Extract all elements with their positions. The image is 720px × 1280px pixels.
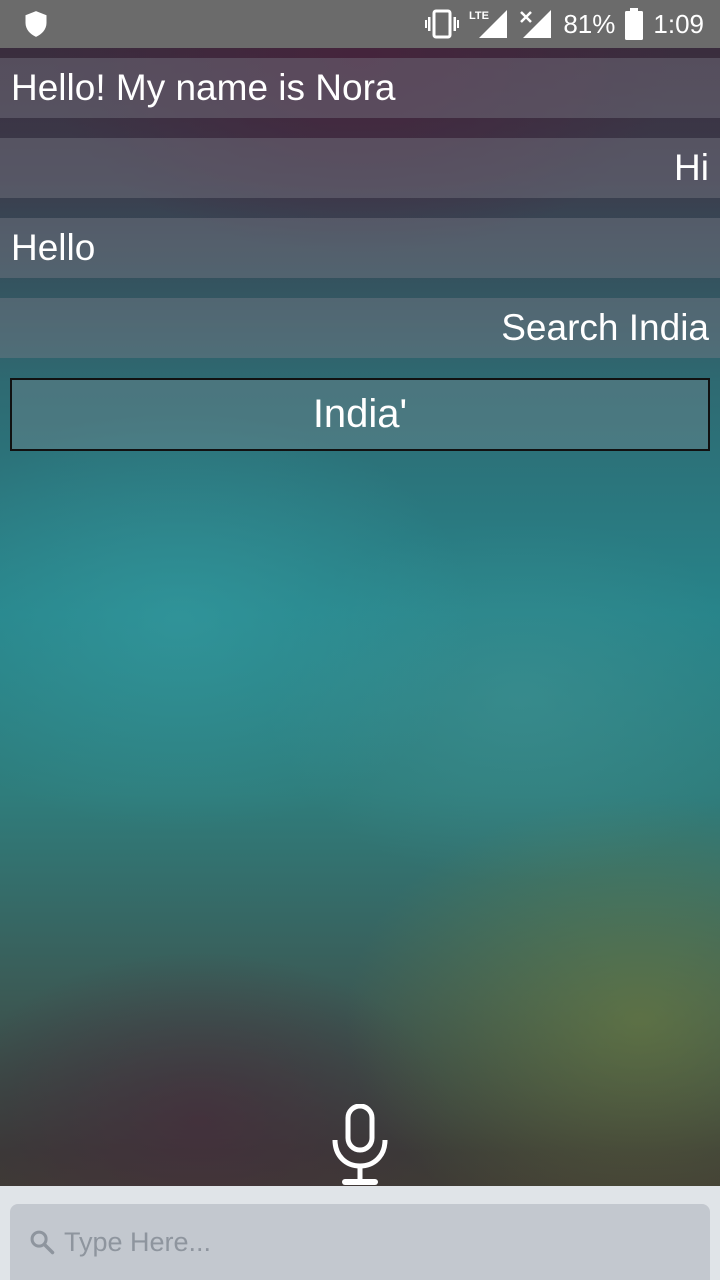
user-message: Hi bbox=[0, 138, 720, 198]
bot-message: Hello bbox=[0, 218, 720, 278]
bot-message: Hello! My name is Nora bbox=[0, 58, 720, 118]
vibrate-icon bbox=[425, 9, 460, 39]
input-area bbox=[0, 1186, 720, 1280]
chat-list: Hello! My name is Nora Hi Hello Search I… bbox=[0, 58, 720, 378]
status-bar: LTE 81% 1:09 bbox=[0, 0, 720, 48]
status-icons: LTE 81% 1:09 bbox=[425, 0, 704, 48]
clock: 1:09 bbox=[653, 9, 704, 39]
search-result-text: India' bbox=[312, 392, 408, 436]
battery-percent: 81% bbox=[563, 9, 616, 39]
shield-icon bbox=[22, 10, 50, 38]
search-result-card[interactable]: India' bbox=[10, 378, 710, 451]
no-signal-icon bbox=[519, 8, 553, 40]
microphone-icon[interactable] bbox=[330, 1103, 390, 1186]
message-input-box[interactable] bbox=[10, 1204, 710, 1280]
lte-label: LTE bbox=[469, 10, 489, 22]
battery-icon bbox=[625, 8, 644, 40]
search-icon bbox=[28, 1228, 56, 1256]
user-message: Search India bbox=[0, 298, 720, 358]
lte-signal-icon: LTE bbox=[469, 8, 509, 40]
message-input[interactable] bbox=[62, 1211, 686, 1273]
